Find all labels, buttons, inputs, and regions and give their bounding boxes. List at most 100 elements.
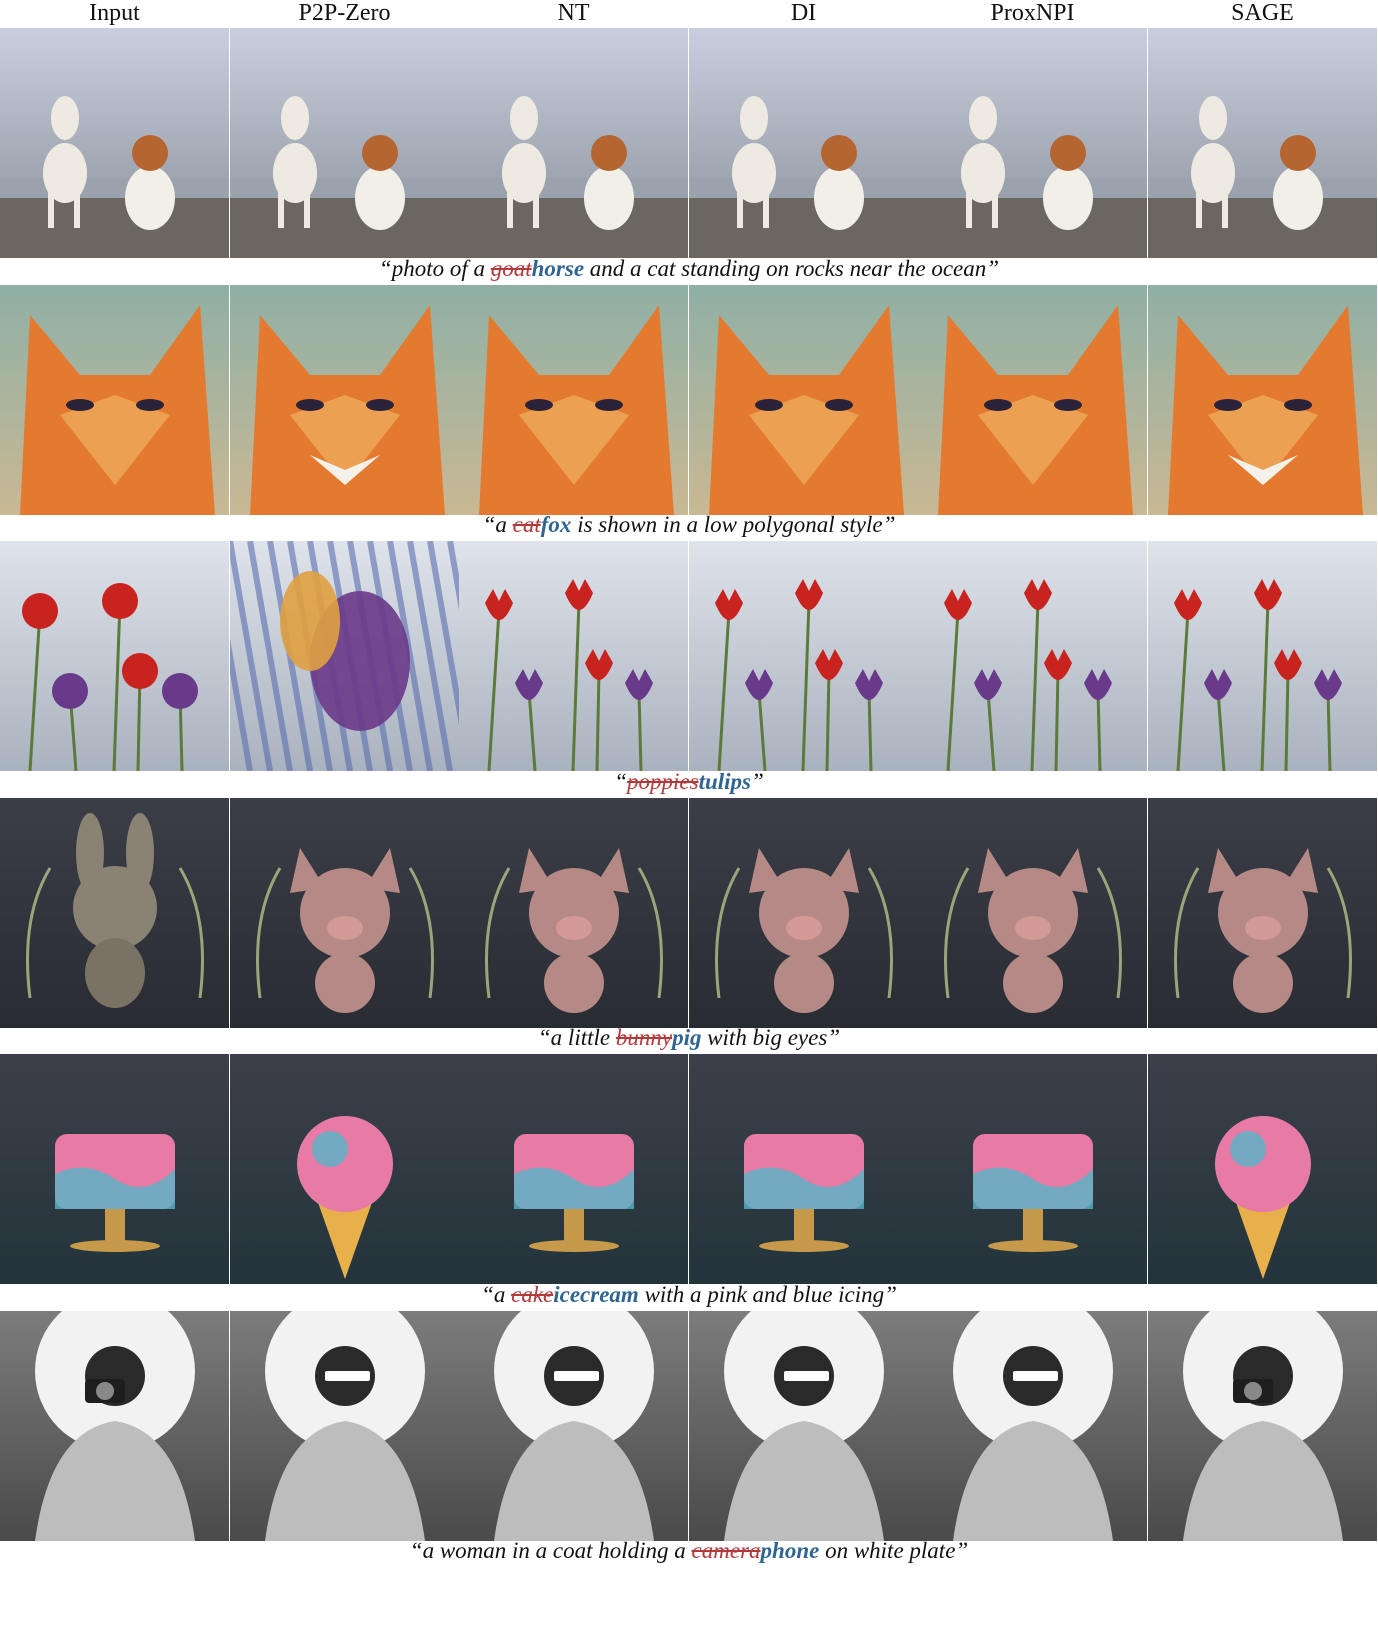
result-image-di — [689, 798, 918, 1028]
image-row-5 — [0, 1054, 1378, 1284]
fox-icon — [1148, 285, 1377, 515]
edit-prompt-caption: “a little bunnypig with big eyes” — [0, 1024, 1378, 1052]
result-image-p2p-zero — [230, 1054, 459, 1284]
caption-text: ” — [750, 769, 764, 794]
removed-word: cake — [511, 1282, 554, 1307]
result-image-input — [0, 28, 229, 258]
caption-text: “a — [481, 1282, 512, 1307]
caption-text: with big eyes” — [701, 1025, 841, 1050]
result-image-proxnpi — [918, 1054, 1147, 1284]
caption-text: is shown in a low polygonal style” — [571, 512, 896, 537]
removed-word: camera — [691, 1538, 761, 1563]
result-image-proxnpi — [918, 28, 1147, 258]
caption-text: “a — [482, 512, 513, 537]
edit-prompt-caption: “poppiestulips” — [0, 768, 1378, 796]
horse-icon — [1148, 28, 1377, 258]
cat-icon — [918, 285, 1147, 515]
result-image-nt — [459, 541, 688, 771]
cat-icon — [0, 285, 229, 515]
phone-icon — [230, 1311, 459, 1541]
pig-icon — [1148, 798, 1377, 1028]
poppy-icon — [0, 541, 229, 771]
goat-icon — [0, 28, 229, 258]
result-image-sage — [1148, 541, 1377, 771]
result-image-di — [689, 1311, 918, 1541]
result-image-input — [0, 285, 229, 515]
image-row-2 — [0, 285, 1378, 515]
edit-prompt-caption: “a catfox is shown in a low polygonal st… — [0, 511, 1378, 539]
result-image-di — [689, 541, 918, 771]
column-header-sage: SAGE — [1231, 0, 1294, 26]
result-image-input — [0, 798, 229, 1028]
caption-text: “a little — [537, 1025, 616, 1050]
edit-prompt-caption: “a woman in a coat holding a cameraphone… — [0, 1537, 1378, 1565]
result-image-proxnpi — [918, 285, 1147, 515]
result-image-p2p-zero — [230, 541, 459, 771]
result-image-proxnpi — [918, 1311, 1147, 1541]
added-word: icecream — [553, 1282, 639, 1307]
result-image-p2p-zero — [230, 1311, 459, 1541]
camera-icon — [0, 1311, 229, 1541]
result-image-input — [0, 1311, 229, 1541]
removed-word: bunny — [615, 1025, 673, 1050]
abstract-texture-icon — [230, 541, 459, 771]
phone-icon — [459, 1311, 688, 1541]
result-image-sage — [1148, 1311, 1377, 1541]
tulip-icon — [1148, 541, 1377, 771]
result-image-nt — [459, 285, 688, 515]
column-header-p2p-zero: P2P-Zero — [298, 0, 391, 26]
added-word: pig — [672, 1025, 702, 1050]
cake-icon — [689, 1054, 918, 1284]
result-image-sage — [1148, 1054, 1377, 1284]
result-image-input — [0, 541, 229, 771]
column-headers: Input P2P-Zero NT DI ProxNPI SAGE — [0, 0, 1378, 28]
tulip-icon — [459, 541, 688, 771]
result-image-nt — [459, 28, 688, 258]
image-row-4 — [0, 798, 1378, 1028]
ice-cream-icon — [1148, 1054, 1377, 1284]
added-word: phone — [760, 1538, 820, 1563]
pig-icon — [230, 798, 459, 1028]
tulip-icon — [689, 541, 918, 771]
column-header-proxnpi: ProxNPI — [990, 0, 1075, 26]
horse-icon — [230, 28, 459, 258]
result-image-p2p-zero — [230, 28, 459, 258]
removed-word: poppies — [627, 769, 699, 794]
bunny-icon — [0, 798, 229, 1028]
caption-text: “ — [614, 769, 627, 794]
pig-icon — [689, 798, 918, 1028]
result-image-nt — [459, 1311, 688, 1541]
result-image-nt — [459, 798, 688, 1028]
horse-icon — [689, 28, 918, 258]
pig-icon — [918, 798, 1147, 1028]
added-word: horse — [531, 256, 585, 281]
image-row-1 — [0, 28, 1378, 258]
phone-icon — [689, 1311, 918, 1541]
result-image-nt — [459, 1054, 688, 1284]
cake-icon — [0, 1054, 229, 1284]
result-image-sage — [1148, 798, 1377, 1028]
phone-icon — [918, 1311, 1147, 1541]
caption-text: “a woman in a coat holding a — [409, 1538, 692, 1563]
result-image-proxnpi — [918, 798, 1147, 1028]
added-word: tulips — [698, 769, 751, 794]
column-header-nt: NT — [557, 0, 590, 26]
tulip-icon — [918, 541, 1147, 771]
result-image-sage — [1148, 28, 1377, 258]
image-row-6 — [0, 1311, 1378, 1541]
caption-text: on white plate” — [819, 1538, 969, 1563]
column-header-input: Input — [89, 0, 140, 26]
removed-word: goat — [490, 256, 532, 281]
edit-prompt-caption: “a cakeicecream with a pink and blue ici… — [0, 1281, 1378, 1309]
cake-icon — [918, 1054, 1147, 1284]
result-image-p2p-zero — [230, 285, 459, 515]
caption-text: and a cat standing on rocks near the oce… — [584, 256, 1000, 281]
horse-icon — [459, 28, 688, 258]
edit-prompt-caption: “photo of a goathorse and a cat standing… — [0, 255, 1378, 283]
result-image-di — [689, 285, 918, 515]
image-row-3 — [0, 541, 1378, 771]
result-image-proxnpi — [918, 541, 1147, 771]
result-image-p2p-zero — [230, 798, 459, 1028]
camera-icon — [1148, 1311, 1377, 1541]
column-header-di: DI — [790, 0, 817, 26]
